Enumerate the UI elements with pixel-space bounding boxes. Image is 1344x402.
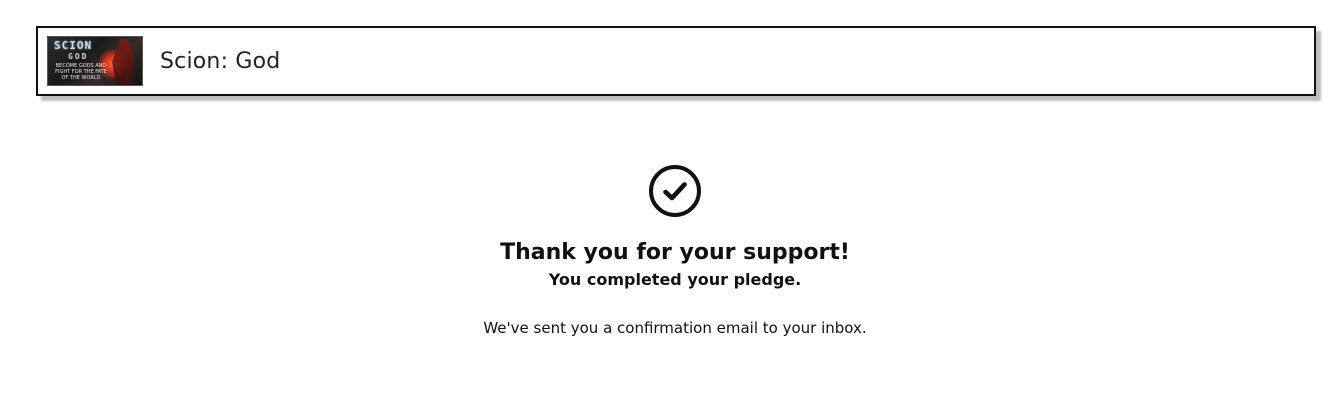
check-circle-icon xyxy=(649,165,701,217)
confirmation-email-note: We've sent you a confirmation email to y… xyxy=(483,319,867,337)
thumbnail-logo-subtext: GOD xyxy=(68,52,89,61)
project-header-card: SCION GOD BECOME GODS AND FIGHT FOR THE … xyxy=(36,26,1316,96)
confirmation-subheading: You completed your pledge. xyxy=(548,270,802,289)
confirmation-section: Thank you for your support! You complete… xyxy=(0,164,1344,338)
pledge-confirmation-page: SCION GOD BECOME GODS AND FIGHT FOR THE … xyxy=(0,0,1344,402)
project-thumbnail: SCION GOD BECOME GODS AND FIGHT FOR THE … xyxy=(47,36,143,86)
project-title: Scion: God xyxy=(160,48,281,74)
confirmation-heading: Thank you for your support! xyxy=(500,240,850,265)
thumbnail-logo-text: SCION xyxy=(54,39,93,52)
thumbnail-tagline: BECOME GODS AND FIGHT FOR THE FATE OF TH… xyxy=(55,63,107,81)
